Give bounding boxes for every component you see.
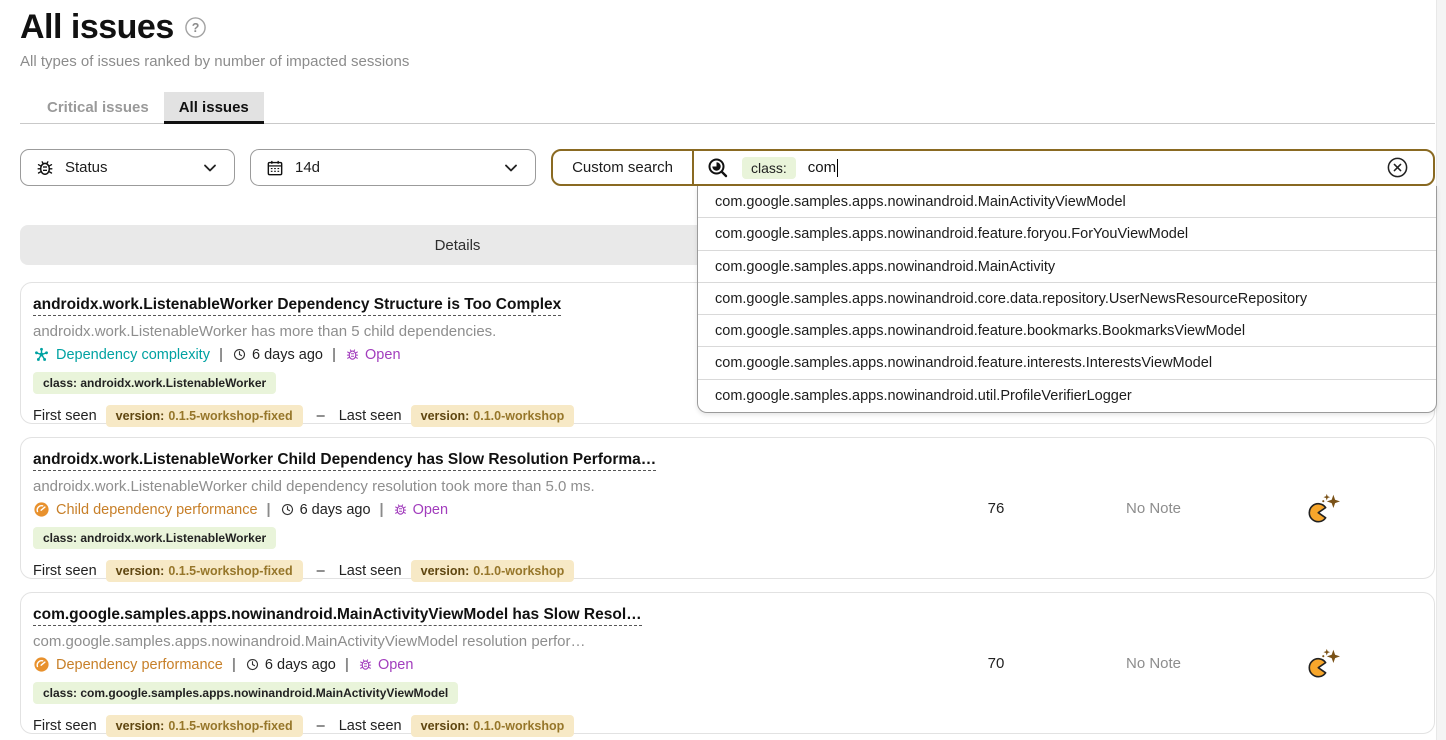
search-suggestions-dropdown: com.google.samples.apps.nowinandroid.Mai…	[697, 186, 1437, 413]
scrollbar-track[interactable]	[1436, 0, 1446, 740]
separator: |	[232, 657, 236, 673]
issue-category: Dependency performance	[33, 656, 223, 673]
issue-age: 6 days ago	[232, 347, 323, 363]
issue-status: Open	[393, 502, 448, 518]
period-filter-label: 14d	[295, 159, 320, 176]
page-subtitle: All types of issues ranked by number of …	[20, 53, 1435, 70]
search-filter-chip: class:	[742, 157, 796, 179]
search-box: Custom search class: com	[551, 149, 1435, 186]
issue-age: 6 days ago	[280, 502, 371, 518]
custom-search-button[interactable]: Custom search	[553, 151, 694, 184]
open-bug-icon	[345, 347, 360, 362]
first-seen-version-chip: version:0.1.5-workshop-fixed	[106, 560, 303, 582]
separator: |	[267, 502, 271, 518]
pacman-sparkle-icon	[1304, 491, 1342, 525]
category-label: Dependency complexity	[56, 347, 210, 363]
issue-card: androidx.work.ListenableWorker Child Dep…	[20, 437, 1435, 579]
last-seen-label: Last seen	[339, 408, 402, 424]
period-filter-dropdown[interactable]: 14d	[250, 149, 536, 186]
tab-critical-issues[interactable]: Critical issues	[32, 92, 164, 124]
chevron-down-icon	[501, 158, 521, 178]
performance-gauge-icon	[33, 656, 50, 673]
text-caret	[837, 159, 838, 177]
suggestion-item[interactable]: com.google.samples.apps.nowinandroid.uti…	[698, 380, 1436, 412]
svg-text:?: ?	[191, 21, 199, 35]
issue-status: Open	[358, 657, 413, 673]
first-seen-label: First seen	[33, 718, 97, 734]
first-seen-version-chip: version:0.1.5-workshop-fixed	[106, 405, 303, 427]
ai-insight-button[interactable]	[1304, 491, 1342, 525]
class-chip: class: androidx.work.ListenableWorker	[33, 372, 276, 394]
category-label: Dependency performance	[56, 657, 223, 673]
status-filter-label: Status	[65, 159, 108, 176]
range-dash: –	[317, 718, 325, 734]
suggestion-item[interactable]: com.google.samples.apps.nowinandroid.fea…	[698, 347, 1436, 379]
clock-icon	[245, 657, 260, 672]
separator: |	[345, 657, 349, 673]
version-range: First seen version:0.1.5-workshop-fixed …	[33, 715, 896, 737]
version-range: First seen version:0.1.5-workshop-fixed …	[33, 560, 896, 582]
range-dash: –	[317, 408, 325, 424]
open-bug-icon	[358, 657, 373, 672]
issue-category: Dependency complexity	[33, 346, 210, 363]
separator: |	[219, 347, 223, 363]
class-chip: class: androidx.work.ListenableWorker	[33, 527, 276, 549]
issue-title-link[interactable]: com.google.samples.apps.nowinandroid.Mai…	[33, 606, 642, 626]
chevron-down-icon	[200, 158, 220, 178]
impacted-sessions-count: 70	[896, 655, 1096, 672]
issue-card: com.google.samples.apps.nowinandroid.Mai…	[20, 592, 1435, 734]
close-icon	[1386, 156, 1409, 179]
suggestion-item[interactable]: com.google.samples.apps.nowinandroid.cor…	[698, 283, 1436, 315]
last-seen-version-chip: version:0.1.0-workshop	[411, 405, 575, 427]
search-history-icon	[706, 156, 730, 180]
impacted-sessions-count: 76	[896, 500, 1096, 517]
bug-icon	[35, 158, 55, 178]
last-seen-version-chip: version:0.1.0-workshop	[411, 560, 575, 582]
clock-icon	[280, 502, 295, 517]
separator: |	[380, 502, 384, 518]
issue-title-link[interactable]: androidx.work.ListenableWorker Dependenc…	[33, 296, 561, 316]
issue-category: Child dependency performance	[33, 501, 258, 518]
ai-insight-button[interactable]	[1304, 646, 1342, 680]
suggestion-item[interactable]: com.google.samples.apps.nowinandroid.Mai…	[698, 186, 1436, 218]
issue-description: com.google.samples.apps.nowinandroid.Mai…	[33, 633, 896, 650]
note-cell[interactable]: No Note	[1096, 500, 1211, 517]
calendar-icon	[265, 158, 285, 178]
first-seen-version-chip: version:0.1.5-workshop-fixed	[106, 715, 303, 737]
page-title: All issues	[20, 8, 174, 47]
dependency-complexity-icon	[33, 346, 50, 363]
search-input[interactable]: class: com	[694, 151, 1433, 184]
issue-title-link[interactable]: androidx.work.ListenableWorker Child Dep…	[33, 451, 656, 471]
clear-search-button[interactable]	[1386, 156, 1421, 179]
performance-gauge-icon	[33, 501, 50, 518]
open-bug-icon	[393, 502, 408, 517]
first-seen-label: First seen	[33, 563, 97, 579]
last-seen-label: Last seen	[339, 563, 402, 579]
pacman-sparkle-icon	[1304, 646, 1342, 680]
category-label: Child dependency performance	[56, 502, 258, 518]
tab-all-issues[interactable]: All issues	[164, 92, 264, 124]
suggestion-item[interactable]: com.google.samples.apps.nowinandroid.fea…	[698, 315, 1436, 347]
suggestion-item[interactable]: com.google.samples.apps.nowinandroid.Mai…	[698, 251, 1436, 283]
issue-status: Open	[345, 347, 400, 363]
separator: |	[332, 347, 336, 363]
issue-description: androidx.work.ListenableWorker child dep…	[33, 478, 896, 495]
note-cell[interactable]: No Note	[1096, 655, 1211, 672]
last-seen-version-chip: version:0.1.0-workshop	[411, 715, 575, 737]
range-dash: –	[317, 563, 325, 579]
class-chip: class: com.google.samples.apps.nowinandr…	[33, 682, 458, 704]
clock-icon	[232, 347, 247, 362]
last-seen-label: Last seen	[339, 718, 402, 734]
filter-bar: Status 14d Custom search	[20, 149, 1435, 186]
suggestion-item[interactable]: com.google.samples.apps.nowinandroid.fea…	[698, 218, 1436, 250]
tab-bar: Critical issues All issues	[20, 92, 1435, 124]
status-filter-dropdown[interactable]: Status	[20, 149, 235, 186]
first-seen-label: First seen	[33, 408, 97, 424]
issue-age: 6 days ago	[245, 657, 336, 673]
search-query-text: com	[808, 159, 838, 177]
help-icon[interactable]: ?	[184, 16, 207, 39]
